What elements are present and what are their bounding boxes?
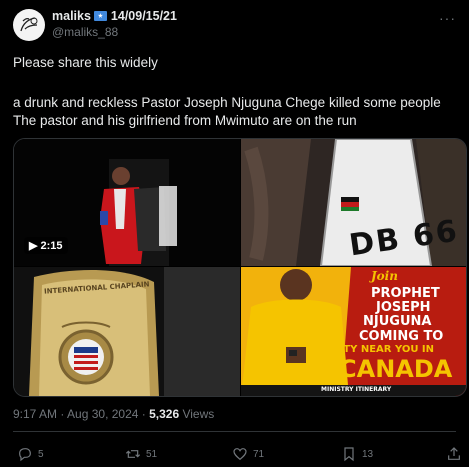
author-line: maliks 14/09/15/21 bbox=[52, 9, 177, 24]
poster-line-1: PROPHET bbox=[371, 286, 440, 301]
media-grid: ▶ 2:15 DB 66 INTERNATIONAL CHAPLAIN Join… bbox=[13, 138, 467, 397]
poster-footer: MINISTRY ITINERARY bbox=[321, 386, 392, 393]
video-duration: 2:15 bbox=[40, 240, 63, 252]
media-image-poster[interactable]: Join PROPHET JOSEPH NJUGUNA COMING TO A … bbox=[241, 267, 466, 396]
play-icon: ▶ bbox=[29, 240, 38, 252]
more-options-icon[interactable]: ··· bbox=[439, 10, 456, 26]
poster-line-5: A CITY NEAR YOU IN bbox=[321, 344, 435, 355]
video-duration-badge: ▶ 2:15 bbox=[24, 237, 68, 254]
poster-line-4: COMING TO bbox=[359, 329, 444, 344]
media-image-plate[interactable]: DB 66 bbox=[241, 139, 466, 266]
repost-count: 51 bbox=[146, 448, 158, 460]
bookmark-icon bbox=[344, 447, 354, 462]
poster-line-2: JOSEPH bbox=[376, 300, 431, 315]
tweet-text-line-2: a drunk and reckless Pastor Joseph Njugu… bbox=[13, 95, 441, 110]
media-image-badge[interactable]: INTERNATIONAL CHAPLAIN bbox=[14, 267, 240, 396]
avatar-sketch-icon bbox=[20, 17, 38, 32]
heart-icon bbox=[233, 448, 247, 461]
flag-icon bbox=[93, 11, 107, 21]
reply-count: 5 bbox=[38, 448, 44, 460]
divider bbox=[13, 431, 456, 432]
reply-button[interactable]: 5 bbox=[17, 446, 44, 462]
author-date: 14/09/15/21 bbox=[110, 9, 177, 23]
bookmark-button[interactable]: 13 bbox=[341, 446, 373, 462]
tweet-text-line-1: Please share this widely bbox=[13, 55, 158, 70]
poster-line-6: CANADA bbox=[339, 355, 453, 383]
like-button[interactable]: 71 bbox=[232, 446, 264, 462]
like-count: 71 bbox=[253, 448, 265, 460]
repost-icon bbox=[125, 450, 141, 458]
author-name[interactable]: maliks bbox=[52, 9, 91, 23]
bookmark-count: 13 bbox=[362, 448, 374, 460]
tweet-text-line-3: The pastor and his girlfriend from Mwimu… bbox=[13, 113, 357, 128]
views-count: 5,326 bbox=[149, 407, 180, 421]
poster-join: Join bbox=[371, 269, 398, 283]
media-video[interactable]: ▶ 2:15 bbox=[14, 139, 240, 266]
share-icon bbox=[448, 447, 460, 460]
avatar[interactable] bbox=[13, 9, 45, 41]
reply-icon bbox=[19, 448, 31, 462]
poster-line-3: NJUGUNA bbox=[363, 314, 432, 329]
views-label: Views bbox=[182, 407, 215, 421]
share-button[interactable] bbox=[446, 446, 467, 462]
repost-button[interactable]: 51 bbox=[125, 446, 157, 462]
tweet-meta: 9:17 AM · Aug 30, 2024 · 5,326 Views bbox=[13, 407, 214, 421]
author-handle[interactable]: @maliks_88 bbox=[52, 25, 118, 39]
tweet-timestamp[interactable]: 9:17 AM · Aug 30, 2024 · bbox=[13, 407, 149, 421]
